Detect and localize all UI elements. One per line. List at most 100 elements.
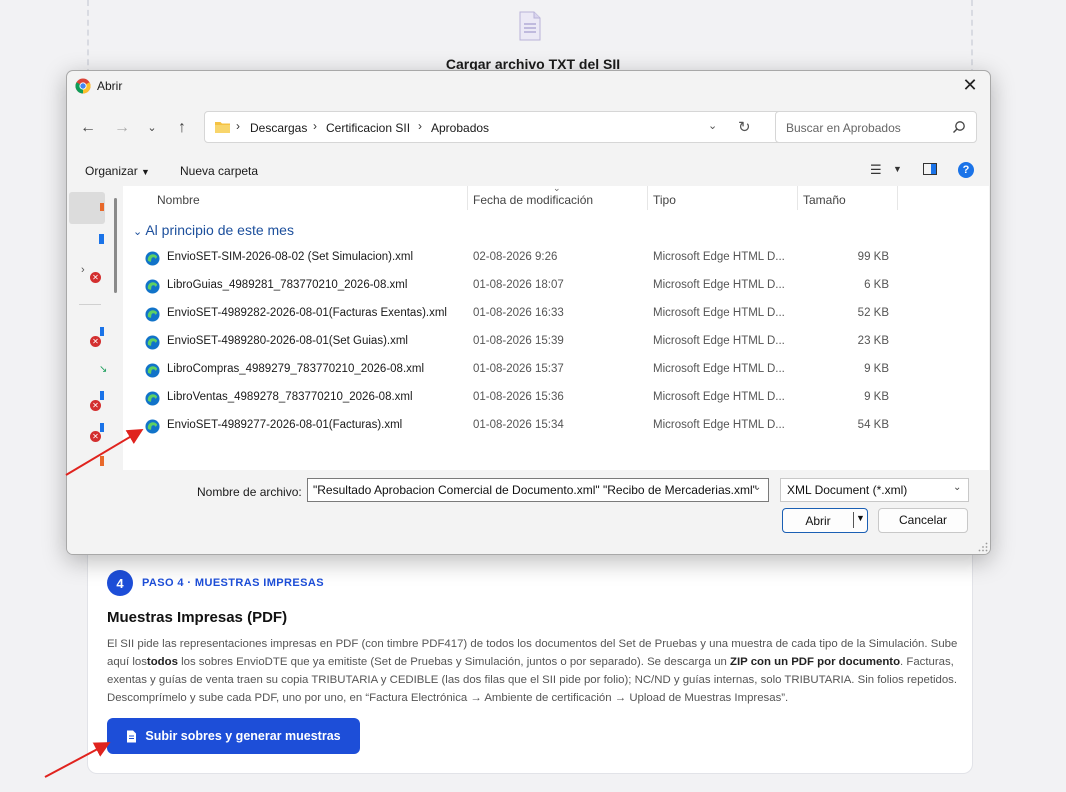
filetype-chevron-down-icon[interactable]: ⌄ (953, 482, 961, 493)
file-row[interactable]: LibroGuias_4989281_783770210_2026-08.xml… (123, 272, 989, 300)
open-dropdown-caret-icon[interactable]: ▼ (856, 513, 865, 523)
breadcrumb-aprobados[interactable]: Aprobados (431, 121, 489, 135)
column-header-name[interactable]: Nombre (157, 193, 200, 207)
file-list[interactable]: Nombre ⌄ Fecha de modificación Tipo Tama… (123, 183, 989, 470)
preview-pane-icon[interactable] (923, 163, 937, 175)
upload-generate-label: Subir sobres y generar muestras (145, 729, 341, 743)
file-name: LibroGuias_4989281_783770210_2026-08.xml (167, 279, 408, 291)
nav-scrollbar[interactable] (114, 198, 117, 293)
column-header-date[interactable]: Fecha de modificación (473, 193, 593, 207)
file-size: 52 KB (857, 307, 889, 319)
edge-file-icon (145, 335, 160, 350)
help-icon[interactable]: ? (958, 162, 974, 178)
back-arrow-icon[interactable]: ← (77, 118, 99, 138)
file-icon (127, 730, 137, 742)
file-row[interactable]: EnvioSET-4989282-2026-08-01(Facturas Exe… (123, 300, 989, 328)
file-name: EnvioSET-4989277-2026-08-01(Facturas).xm… (167, 419, 403, 431)
upload-generate-button[interactable]: Subir sobres y generar muestras (107, 718, 360, 754)
file-type: Microsoft Edge HTML D... (653, 391, 785, 403)
desc-bold: todos (146, 656, 178, 668)
file-name: EnvioSET-4989280-2026-08-01(Set Guias).x… (167, 335, 408, 347)
column-divider[interactable] (797, 186, 798, 210)
view-options-icon[interactable]: ☰ (870, 162, 882, 178)
edge-file-icon (145, 279, 160, 294)
close-icon[interactable]: ✕ (960, 75, 980, 95)
group-collapse-icon: ⌄ (133, 226, 143, 238)
file-name: LibroVentas_4989278_783770210_2026-08.xm… (167, 391, 413, 403)
file-row[interactable]: LibroCompras_4989279_783770210_2026-08.x… (123, 356, 989, 384)
dialog-footer: Nombre de archivo: "Resultado Aprobacion… (67, 470, 990, 554)
group-header[interactable]: ⌄ Al principio de este mes (133, 222, 294, 238)
file-date: 01-08-2026 15:37 (473, 363, 564, 375)
file-size: 54 KB (857, 419, 889, 431)
filename-input[interactable]: "Resultado Aprobacion Comercial de Docum… (307, 478, 769, 502)
card-description: El SII pide las representaciones impresa… (107, 635, 959, 707)
open-split-divider (853, 512, 854, 528)
edge-file-icon (145, 391, 160, 406)
organize-menu[interactable]: Organizar ▼ (85, 164, 150, 178)
step-label: PASO 4 · MUESTRAS IMPRESAS (142, 577, 324, 589)
file-date: 02-08-2026 9:26 (473, 251, 558, 263)
column-divider[interactable] (897, 186, 898, 210)
file-name: LibroCompras_4989279_783770210_2026-08.x… (167, 363, 425, 375)
forward-arrow-icon[interactable]: → (111, 118, 133, 138)
file-size: 9 KB (864, 391, 889, 403)
column-divider[interactable] (467, 186, 468, 210)
folder-icon (100, 391, 104, 400)
desc-part: los sobres EnvioDTE que ya emitiste (Set… (177, 656, 731, 668)
expand-chevron-icon[interactable]: › (81, 264, 85, 276)
filename-label: Nombre de archivo: (197, 485, 302, 499)
file-type: Microsoft Edge HTML D... (653, 279, 785, 291)
file-type: Microsoft Edge HTML D... (653, 335, 785, 347)
column-header-type[interactable]: Tipo (653, 193, 676, 207)
file-date: 01-08-2026 15:34 (473, 419, 564, 431)
error-badge-icon: ✕ (90, 400, 101, 411)
file-type: Microsoft Edge HTML D... (653, 307, 785, 319)
refresh-icon[interactable]: ↻ (738, 118, 751, 136)
file-type: Microsoft Edge HTML D... (653, 251, 785, 263)
open-button-label: Abrir (805, 514, 831, 528)
file-row[interactable]: EnvioSET-4989280-2026-08-01(Set Guias).x… (123, 328, 989, 356)
drive-icon (99, 234, 104, 244)
up-arrow-icon[interactable]: ↑ (171, 118, 193, 138)
edge-file-icon (145, 251, 160, 266)
column-header-size[interactable]: Tamaño (803, 193, 846, 207)
recent-chevron-down-icon[interactable]: ⌄ (141, 118, 163, 138)
address-bar[interactable]: › Descargas › Certificacion SII › Aproba… (204, 111, 830, 143)
chrome-icon (75, 78, 91, 94)
file-type: Microsoft Edge HTML D... (653, 419, 785, 431)
caret-down-icon: ▼ (141, 167, 150, 177)
filename-chevron-down-icon[interactable]: ⌄ (753, 482, 761, 493)
folder-icon (215, 122, 230, 133)
resize-grip-icon[interactable] (978, 542, 988, 552)
card-title: Muestras Impresas (PDF) (107, 609, 288, 626)
file-name: EnvioSET-SIM-2026-08-02 (Set Simulacion)… (167, 251, 414, 263)
nav-divider (79, 304, 101, 305)
new-folder-button[interactable]: Nueva carpeta (180, 164, 258, 178)
file-date: 01-08-2026 18:07 (473, 279, 564, 291)
organize-label: Organizar (85, 164, 138, 178)
file-row[interactable]: EnvioSET-4989277-2026-08-01(Facturas).xm… (123, 412, 989, 440)
search-icon[interactable] (952, 120, 966, 134)
search-box[interactable] (775, 111, 977, 143)
breadcrumb-certificacion[interactable]: Certificacion SII (326, 121, 410, 135)
breadcrumb-descargas[interactable]: Descargas (250, 121, 307, 135)
column-divider[interactable] (647, 186, 648, 210)
view-caret-down-icon[interactable]: ▼ (893, 164, 902, 174)
file-row[interactable]: EnvioSET-SIM-2026-08-02 (Set Simulacion)… (123, 244, 989, 272)
dialog-titlebar[interactable]: Abrir ✕ (67, 71, 990, 101)
desc-bold: ZIP con un PDF por documento (730, 656, 901, 668)
file-name: EnvioSET-4989282-2026-08-01(Facturas Exe… (167, 307, 447, 319)
filetype-select[interactable]: XML Document (*.xml) (780, 478, 969, 502)
folder-icon (100, 456, 104, 466)
file-date: 01-08-2026 15:36 (473, 391, 564, 403)
cancel-button[interactable]: Cancelar (878, 508, 968, 533)
address-chevron-down-icon[interactable]: ⌄ (708, 119, 717, 132)
file-size: 9 KB (864, 363, 889, 375)
search-input[interactable] (784, 120, 948, 136)
open-button[interactable]: Abrir ▼ (782, 508, 868, 533)
file-type: Microsoft Edge HTML D... (653, 363, 785, 375)
file-size: 6 KB (864, 279, 889, 291)
file-row[interactable]: LibroVentas_4989278_783770210_2026-08.xm… (123, 384, 989, 412)
navigation-pane[interactable]: › ✕ ✕ ↘ ✕ ✕ (67, 186, 121, 470)
